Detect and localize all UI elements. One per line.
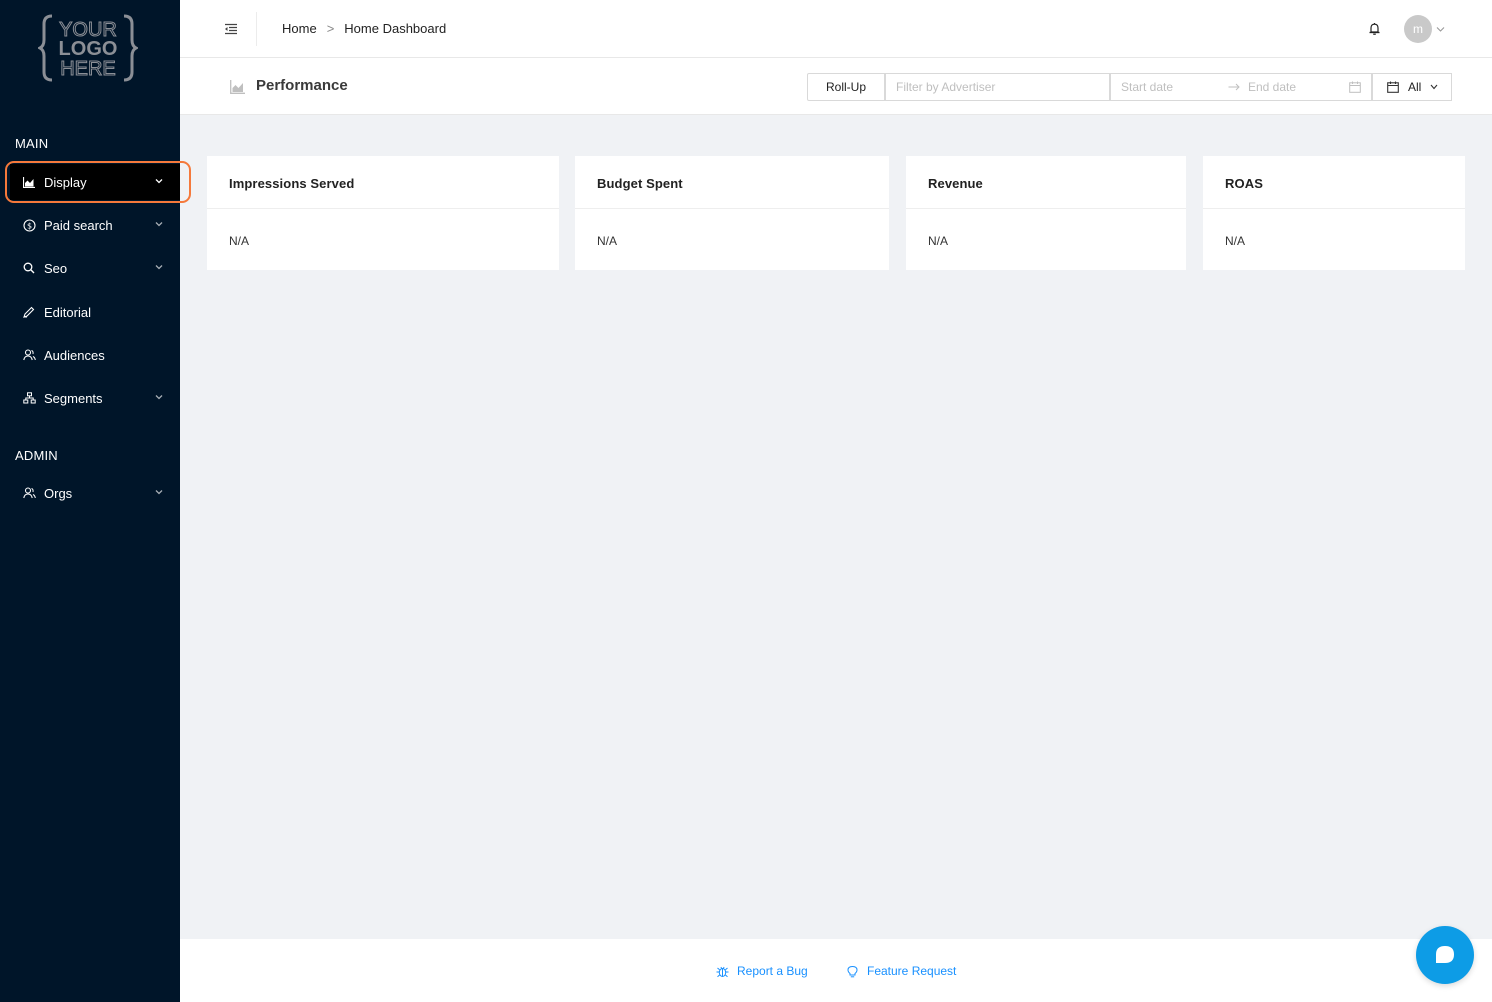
pen-icon xyxy=(22,305,36,319)
breadcrumb-home[interactable]: Home xyxy=(282,21,317,36)
search-icon xyxy=(22,261,36,275)
arrow-right-icon xyxy=(1228,83,1240,91)
card-title: Impressions Served xyxy=(229,176,355,191)
breadcrumb-separator: > xyxy=(326,21,335,36)
sidebar-item-label: Audiences xyxy=(44,347,105,363)
section-label-main: MAIN xyxy=(15,136,49,151)
logo[interactable]: YOUR LOGO HERE xyxy=(36,12,140,84)
footer: Report a Bug Feature Request xyxy=(180,939,1492,1002)
cluster-icon xyxy=(22,391,36,405)
logo-graphic: YOUR LOGO HERE xyxy=(36,14,140,82)
metric-card-budget: Budget Spent N/A xyxy=(575,156,889,270)
chevron-down-icon xyxy=(155,490,163,495)
advertiser-filter-input[interactable] xyxy=(885,73,1110,101)
svg-text:$: $ xyxy=(26,221,31,230)
sidebar: YOUR LOGO HERE MAIN Display $ Paid searc… xyxy=(0,0,191,1002)
card-divider xyxy=(906,208,1186,209)
sidebar-item-segments[interactable]: Segments xyxy=(10,380,180,416)
bulb-icon xyxy=(847,965,858,977)
calendar-icon xyxy=(1387,81,1399,93)
performance-toolbar: Performance Roll-Up Start date End date … xyxy=(180,58,1492,115)
metric-card-roas: ROAS N/A xyxy=(1203,156,1465,270)
card-value: N/A xyxy=(928,234,949,248)
sidebar-item-audiences[interactable]: Audiences xyxy=(10,337,180,373)
page-title: Performance xyxy=(256,77,348,94)
sidebar-item-orgs[interactable]: Orgs xyxy=(10,475,180,511)
rollup-button[interactable]: Roll-Up xyxy=(807,73,885,101)
avatar[interactable]: m xyxy=(1404,15,1432,43)
chevron-down-icon xyxy=(155,222,163,227)
feature-request-link[interactable]: Feature Request xyxy=(846,964,956,978)
report-bug-link[interactable]: Report a Bug xyxy=(716,964,808,978)
period-select[interactable]: All xyxy=(1372,73,1452,101)
sidebar-item-label: Editorial xyxy=(44,304,91,320)
sidebar-item-editorial[interactable]: Editorial xyxy=(10,294,180,330)
chevron-down-icon[interactable] xyxy=(1436,26,1445,33)
report-bug-label: Report a Bug xyxy=(737,964,808,978)
period-select-value: All xyxy=(1408,80,1422,94)
bell-icon[interactable] xyxy=(1368,22,1381,36)
sidebar-item-label: Paid search xyxy=(44,217,113,233)
logo-line-3: HERE xyxy=(60,58,116,80)
section-label-admin: ADMIN xyxy=(15,448,58,463)
sidebar-item-label: Segments xyxy=(44,390,103,406)
dollar-circle-icon: $ xyxy=(22,218,36,232)
area-chart-icon xyxy=(22,175,36,189)
card-divider xyxy=(575,208,889,209)
logo-line-2: LOGO xyxy=(59,38,118,60)
sidebar-item-label: Orgs xyxy=(44,485,73,501)
menu-fold-icon[interactable] xyxy=(224,22,238,36)
card-value: N/A xyxy=(597,234,618,248)
calendar-icon xyxy=(1349,81,1361,93)
card-divider xyxy=(207,208,559,209)
breadcrumb-current: Home Dashboard xyxy=(344,21,447,36)
feature-request-label: Feature Request xyxy=(867,964,957,978)
metric-card-impressions: Impressions Served N/A xyxy=(207,156,559,270)
header-divider xyxy=(256,12,257,46)
user-group-icon xyxy=(22,486,36,500)
sidebar-item-seo[interactable]: Seo xyxy=(10,250,180,286)
end-date-input[interactable]: End date xyxy=(1248,80,1296,94)
user-group-icon xyxy=(22,348,36,362)
sidebar-item-label: Seo xyxy=(44,260,68,276)
area-chart-icon xyxy=(230,80,245,94)
card-value: N/A xyxy=(1225,234,1246,248)
bug-icon xyxy=(716,966,729,977)
breadcrumb: Home > Home Dashboard xyxy=(282,21,446,36)
sidebar-item-display[interactable]: Display xyxy=(10,164,180,200)
card-title: Budget Spent xyxy=(597,176,683,191)
sidebar-item-paid-search[interactable]: $ Paid search xyxy=(10,207,180,243)
top-header: Home > Home Dashboard m xyxy=(180,0,1492,58)
chevron-down-icon xyxy=(155,265,163,270)
chevron-down-icon xyxy=(155,179,163,184)
chevron-down-icon xyxy=(1430,84,1438,90)
card-divider xyxy=(1203,208,1465,209)
chevron-down-icon xyxy=(155,395,163,400)
card-title: Revenue xyxy=(928,176,983,191)
card-title: ROAS xyxy=(1225,176,1263,191)
start-date-input[interactable]: Start date xyxy=(1121,80,1173,94)
chat-launcher-button[interactable] xyxy=(1416,926,1474,984)
metric-card-revenue: Revenue N/A xyxy=(906,156,1186,270)
sidebar-item-label: Display xyxy=(44,174,87,190)
date-range-picker[interactable]: Start date End date xyxy=(1110,73,1372,101)
card-value: N/A xyxy=(229,234,250,248)
chat-bubble-icon xyxy=(1436,946,1454,963)
